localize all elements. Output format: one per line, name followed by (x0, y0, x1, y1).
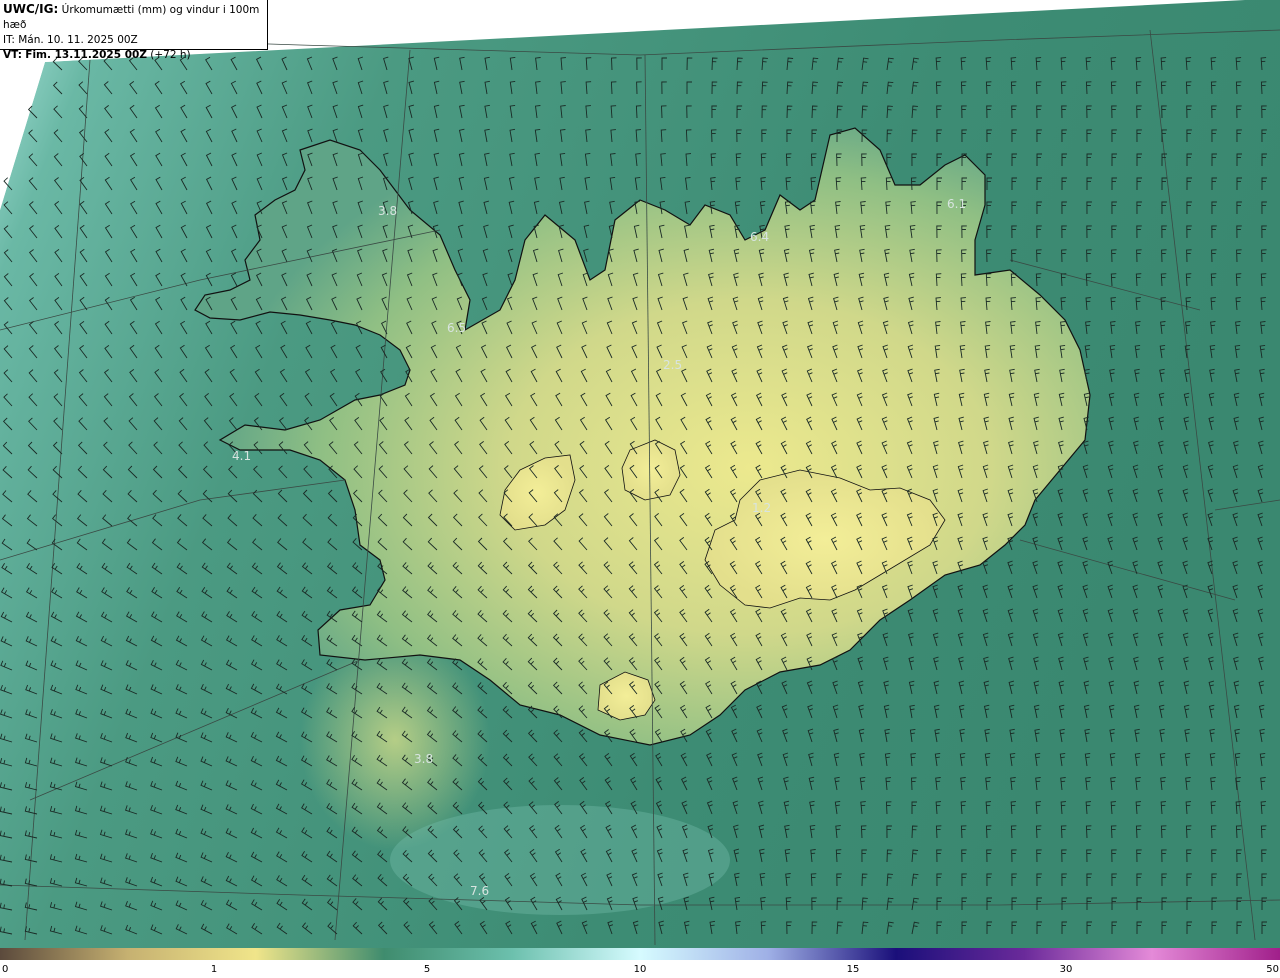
ocean-light-band (390, 805, 730, 915)
colorbar-tick: 0 (2, 964, 9, 975)
precip-value-label: 6.1 (947, 197, 966, 211)
init-time: IT: Mán. 10. 11. 2025 00Z (3, 34, 138, 46)
valid-label: VT: (3, 49, 22, 61)
precipitation-wind-map: 3.8 6.5 4.1 2.5 6.4 6.1 1.2 3.8 7.6 (0, 0, 1280, 948)
valid-time-line: VT: Fim. 13.11.2025 00Z (+72 h) (3, 48, 264, 63)
colorbar-tick: 50 (1266, 964, 1279, 975)
precip-value-label: 3.8 (378, 204, 397, 218)
precip-value-label: 6.4 (750, 230, 769, 244)
model-name: UWC/IG: (3, 2, 59, 16)
precip-value-label: 1.2 (752, 501, 771, 515)
precip-value-label: 7.6 (470, 884, 489, 898)
map-info-box: UWC/IG: Úrkomumætti (mm) og vindur i 100… (0, 0, 268, 61)
valid-time: Fim. 13.11.2025 00Z (25, 49, 147, 61)
precip-value-label: 4.1 (232, 449, 251, 463)
colorbar-tick: 15 (846, 964, 860, 975)
precip-value-label: 2.5 (663, 358, 682, 372)
colorbar-tick: 5 (423, 964, 431, 975)
precip-value-label: 3.8 (414, 752, 433, 766)
colorbar-ticks: 0 1 5 10 15 30 50 (0, 960, 1280, 978)
lead-time: (+72 h) (150, 49, 191, 61)
colorbar-tick: 10 (633, 964, 647, 975)
precip-colorbar (0, 948, 1280, 960)
colorbar-tick: 1 (210, 964, 218, 975)
precip-value-label: 6.5 (447, 321, 466, 335)
colorbar-tick: 30 (1059, 964, 1073, 975)
title-line: UWC/IG: Úrkomumætti (mm) og vindur i 100… (3, 2, 264, 33)
